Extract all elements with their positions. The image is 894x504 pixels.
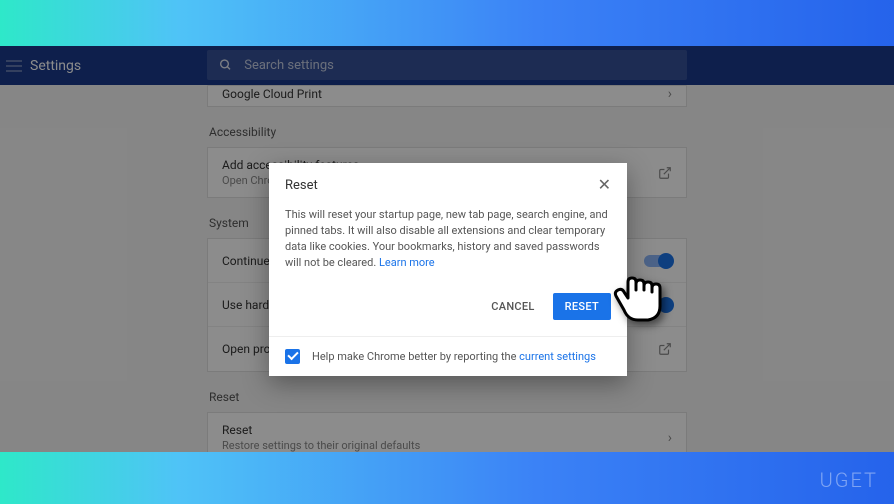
report-checkbox[interactable] (285, 349, 300, 364)
current-settings-link[interactable]: current settings (519, 350, 596, 363)
dialog-text: This will reset your startup page, new t… (285, 208, 608, 269)
dialog-body: This will reset your startup page, new t… (269, 203, 627, 285)
watermark: UGET (820, 468, 878, 492)
dialog-title: Reset (285, 178, 318, 193)
footer-text: Help make Chrome better by reporting the… (312, 350, 596, 363)
reset-dialog: Reset ✕ This will reset your startup pag… (269, 163, 627, 376)
cancel-button[interactable]: CANCEL (483, 293, 542, 320)
learn-more-link[interactable]: Learn more (379, 256, 435, 269)
close-icon[interactable]: ✕ (598, 177, 611, 193)
reset-button[interactable]: RESET (553, 293, 611, 320)
